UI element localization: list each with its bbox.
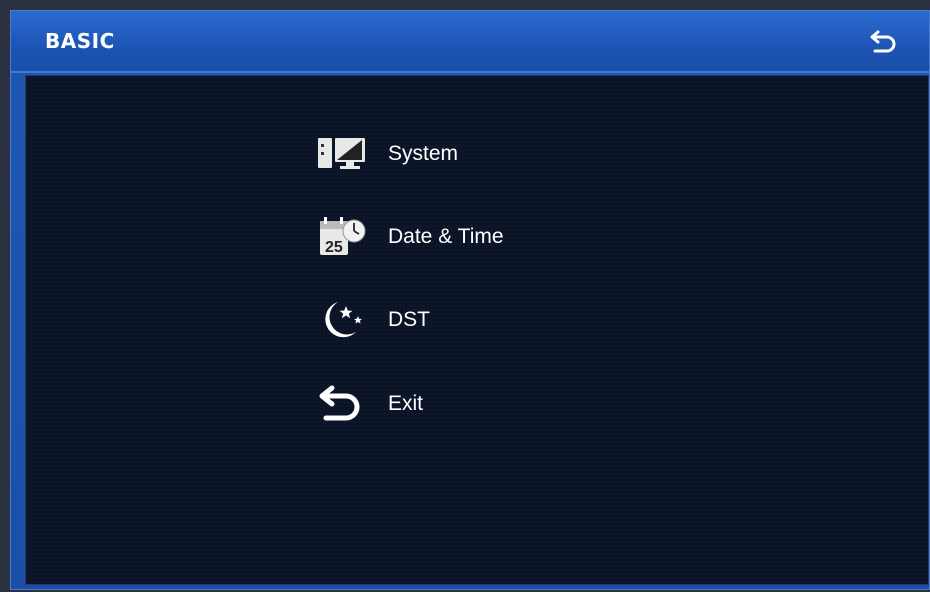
back-arrow-icon — [870, 30, 896, 53]
menu-panel: System 25 Date & Time DST Exit — [25, 75, 929, 585]
back-button[interactable] — [869, 27, 899, 57]
menu-item-dst[interactable]: DST — [316, 292, 636, 348]
svg-text:25: 25 — [325, 239, 343, 256]
menu-item-label: DST — [388, 308, 430, 331]
system-monitor-icon — [316, 128, 368, 180]
window-title: BASIC — [45, 29, 115, 53]
menu-item-exit[interactable]: Exit — [316, 376, 636, 432]
moon-stars-icon — [316, 294, 368, 346]
menu-item-date-time[interactable]: 25 Date & Time — [316, 209, 636, 265]
calendar-clock-icon: 25 — [316, 211, 368, 263]
menu-item-label: System — [388, 142, 459, 165]
screen: BASIC System 25 Date & Time DST Exit — [0, 0, 930, 592]
menu-item-system[interactable]: System — [316, 126, 636, 182]
return-arrow-icon — [316, 378, 368, 430]
menu-item-label: Exit — [388, 392, 424, 415]
menu-item-label: Date & Time — [388, 225, 504, 248]
title-bar: BASIC — [11, 11, 929, 73]
basic-window: BASIC System 25 Date & Time DST Exit — [10, 10, 930, 590]
